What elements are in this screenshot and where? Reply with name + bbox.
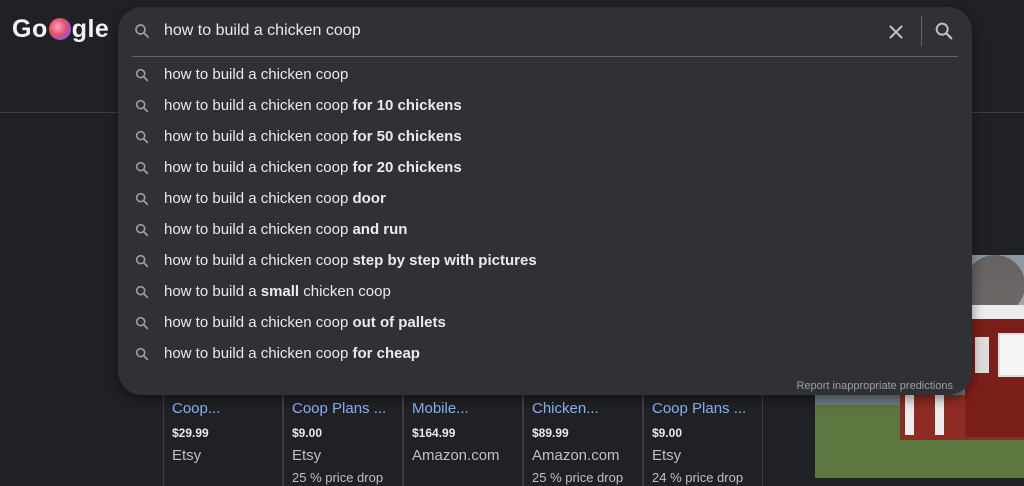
clear-icon[interactable] — [885, 21, 907, 43]
suggestion-text: how to build a chicken coop for 20 chick… — [164, 159, 462, 176]
suggestion-item[interactable]: how to build a chicken coop for 10 chick… — [118, 91, 972, 122]
product-price: $9.00 — [292, 426, 323, 440]
suggestion-text: how to build a chicken coop for 10 chick… — [164, 97, 462, 114]
logo-text-start: Go — [12, 14, 48, 43]
shopping-results: Coop... $29.99 Etsy Coop Plans ... $9.00… — [163, 394, 763, 486]
doodle-icon — [48, 18, 71, 40]
search-icon — [134, 129, 150, 145]
suggestion-text: how to build a chicken coop — [164, 66, 349, 83]
suggestion-item[interactable]: how to build a chicken coop for 50 chick… — [118, 122, 972, 153]
logo-text-end: gle — [71, 14, 110, 43]
search-icon — [134, 222, 150, 238]
image-coop-door — [975, 337, 989, 373]
search-submit-icon[interactable] — [933, 20, 955, 42]
search-autocomplete: how to build a chicken coop how to build… — [118, 7, 972, 395]
search-icon — [134, 253, 150, 269]
suggestion-item[interactable]: how to build a small chicken coop — [118, 277, 972, 308]
search-icon — [133, 22, 151, 40]
suggestion-text: how to build a chicken coop for cheap — [164, 345, 420, 362]
product-title[interactable]: Chicken... — [532, 400, 642, 417]
product-title[interactable]: Coop Plans ... — [652, 400, 762, 417]
image-coop-window — [998, 333, 1024, 377]
search-icon — [134, 191, 150, 207]
product-title[interactable]: Mobile... — [412, 400, 522, 417]
product-price: $29.99 — [172, 426, 209, 440]
search-icon — [134, 315, 150, 331]
price-drop-label: 24 % price drop — [652, 470, 744, 485]
image-coop-roof — [965, 305, 1024, 319]
suggestion-text: how to build a chicken coop door — [164, 190, 386, 207]
price-drop-label: 25 % price drop — [532, 470, 624, 485]
suggestion-item[interactable]: how to build a chicken coop — [118, 60, 972, 91]
product-title[interactable]: Coop... — [172, 400, 282, 417]
suggestion-item[interactable]: how to build a chicken coop step by step… — [118, 246, 972, 277]
product-card[interactable]: Mobile... $164.99 Amazon.com — [403, 394, 523, 486]
suggestion-text: how to build a chicken coop out of palle… — [164, 314, 446, 331]
suggestion-item[interactable]: how to build a chicken coop door — [118, 184, 972, 215]
search-icon — [134, 67, 150, 83]
search-icon — [134, 160, 150, 176]
product-store: Etsy — [292, 447, 322, 464]
product-price: $164.99 — [412, 426, 456, 440]
suggestion-item[interactable]: how to build a chicken coop and run — [118, 215, 972, 246]
product-title[interactable]: Coop Plans ... — [292, 400, 402, 417]
suggestion-text: how to build a chicken coop and run — [164, 221, 408, 238]
suggestion-item[interactable]: how to build a chicken coop for cheap — [118, 339, 972, 370]
product-price: $9.00 — [652, 426, 683, 440]
product-card[interactable]: Chicken... $89.99 Amazon.com 25 % price … — [523, 394, 643, 486]
separator — [132, 56, 958, 57]
search-input[interactable]: how to build a chicken coop — [164, 22, 361, 40]
search-icon — [134, 98, 150, 114]
product-card[interactable]: Coop Plans ... $9.00 Etsy 24 % price dro… — [643, 394, 763, 486]
suggestion-text: how to build a chicken coop step by step… — [164, 252, 537, 269]
product-store: Amazon.com — [532, 447, 620, 464]
product-card[interactable]: Coop... $29.99 Etsy — [163, 394, 283, 486]
google-logo[interactable]: Go gle — [12, 12, 109, 46]
suggestion-text: how to build a small chicken coop — [164, 283, 391, 300]
divider — [921, 16, 922, 46]
product-store: Etsy — [652, 447, 682, 464]
search-box[interactable]: how to build a chicken coop — [118, 7, 972, 55]
search-icon — [134, 284, 150, 300]
suggestion-list: how to build a chicken coop how to build… — [118, 60, 972, 370]
suggestion-text: how to build a chicken coop for 50 chick… — [164, 128, 462, 145]
product-card[interactable]: Coop Plans ... $9.00 Etsy 25 % price dro… — [283, 394, 403, 486]
price-drop-label: 25 % price drop — [292, 470, 384, 485]
product-store: Amazon.com — [412, 447, 500, 464]
product-price: $89.99 — [532, 426, 569, 440]
suggestion-item[interactable]: how to build a chicken coop out of palle… — [118, 308, 972, 339]
report-predictions-link[interactable]: Report inappropriate predictions — [796, 380, 953, 392]
product-store: Etsy — [172, 447, 202, 464]
search-icon — [134, 346, 150, 362]
suggestion-item[interactable]: how to build a chicken coop for 20 chick… — [118, 153, 972, 184]
